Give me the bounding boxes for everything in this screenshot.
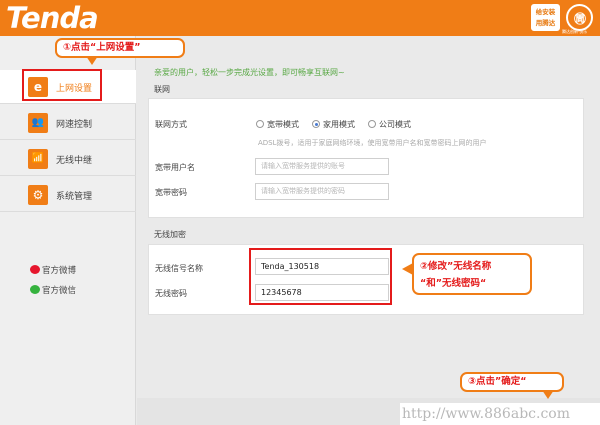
step2-line1: ②修改”无线名称 — [420, 261, 492, 272]
sidebar-item-system[interactable]: ⚙ 系统管理 — [0, 178, 136, 212]
badge-line1: 给安装 — [535, 8, 556, 16]
username-input[interactable]: 请输入宽带服务提供的账号 — [255, 158, 389, 175]
internet-section-title: 联网 — [154, 85, 170, 94]
step2-callout: ②修改”无线名称 “和”无线密码“ — [412, 253, 532, 295]
watermark-url: http://www.886abc.com — [400, 403, 600, 425]
mode-hint: ADSL拨号，适用于家庭网络环境，使用宽带用户名和宽带密码上网的用户 — [258, 139, 487, 147]
wireless-highlight-box — [249, 248, 392, 305]
radio-company[interactable]: 公司模式 — [368, 119, 411, 130]
nav-highlight-box — [22, 69, 102, 101]
step1-callout: ①点击“上网设置” — [55, 38, 185, 58]
bird-caption: 腾达创新·快乐 — [562, 29, 588, 34]
wechat-link[interactable]: 官方微信 — [30, 284, 76, 296]
ssid-label: 无线信号名称 — [155, 264, 203, 273]
step3-callout-arrow — [542, 390, 554, 399]
step2-line2: “和”无线密码“ — [420, 278, 487, 289]
radio-dot — [256, 120, 264, 128]
radio-dot — [368, 120, 376, 128]
step1-callout-arrow — [86, 56, 98, 65]
wifi-password-label: 无线密码 — [155, 289, 187, 298]
header-bar: Tenda 给安装 用腾达 ㉄ 腾达创新·快乐 — [0, 0, 600, 36]
weibo-link[interactable]: 官方微博 — [30, 264, 76, 276]
sidebar-item-speed[interactable]: 👥 网速控制 — [0, 106, 136, 140]
radio-label: 家用模式 — [323, 120, 355, 129]
weibo-icon — [30, 265, 40, 274]
slogan-badge: 给安装 用腾达 — [531, 4, 560, 31]
radio-label: 宽带模式 — [267, 120, 299, 129]
radio-dot-selected — [312, 120, 320, 128]
wifi-icon: 📶 — [28, 149, 48, 169]
radio-broadband[interactable]: 宽带模式 — [256, 119, 299, 130]
gear-icon: ⚙ — [28, 185, 48, 205]
radio-home[interactable]: 家用模式 — [312, 119, 355, 130]
sidebar-item-label: 无线中继 — [56, 156, 93, 166]
users-icon: 👥 — [28, 113, 48, 133]
wechat-label: 官方微信 — [42, 286, 77, 296]
conn-mode-label: 联网方式 — [155, 120, 187, 129]
radio-label: 公司模式 — [379, 120, 411, 129]
sidebar-item-label: 网速控制 — [56, 120, 93, 130]
badge-line2: 用腾达 — [535, 19, 556, 27]
step3-callout: ③点击”确定“ — [460, 372, 564, 392]
sidebar-item-repeater[interactable]: 📶 无线中继 — [0, 142, 136, 176]
intro-text: 亲爱的用户，轻松一步完成光设置，即可畅享互联网~ — [154, 68, 345, 77]
password-input[interactable]: 请输入宽带服务提供的密码 — [255, 183, 389, 200]
tenda-logo: Tenda — [6, 1, 99, 35]
sidebar-item-label: 系统管理 — [56, 192, 93, 202]
wechat-icon — [30, 285, 40, 294]
weibo-label: 官方微博 — [42, 266, 77, 276]
wireless-section-title: 无线加密 — [154, 230, 186, 239]
bird-logo-icon: ㉄ — [566, 4, 593, 31]
bird-glyph: ㉄ — [574, 12, 587, 26]
username-label: 宽带用户名 — [155, 163, 195, 172]
password-label: 宽带密码 — [155, 188, 187, 197]
